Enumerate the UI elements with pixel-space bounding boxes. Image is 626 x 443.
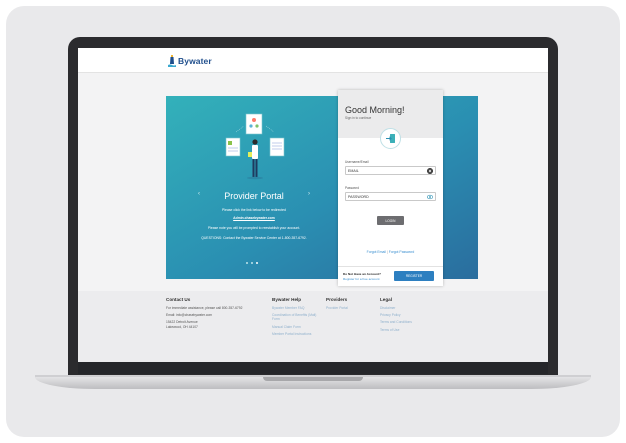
greeting-heading: Good Morning! xyxy=(345,105,405,115)
password-label: Password xyxy=(345,186,359,190)
register-button[interactable]: REGISTER xyxy=(394,271,434,281)
footer-contact: Contact Us For immediate assistance, ple… xyxy=(166,297,246,332)
forgot-links: Forgot Email | Forgot Password xyxy=(338,250,443,254)
register-row: Do Not Have an Account? Register for a f… xyxy=(338,266,443,286)
brand-name: Bywater xyxy=(178,55,212,66)
laptop-notch xyxy=(263,377,363,381)
show-password-icon[interactable] xyxy=(427,194,433,200)
hero-line-2: Please note you will be prompted to rees… xyxy=(207,226,301,230)
password-input[interactable]: PASSWORD xyxy=(345,192,436,201)
help-link-member-faq[interactable]: Bywater Member FAQ xyxy=(272,306,318,310)
legal-link-disclaimer[interactable]: Disclaimer xyxy=(380,306,430,310)
help-link-portal-instructions[interactable]: Member Portal Instructions xyxy=(272,332,318,336)
forgot-separator: | xyxy=(386,250,388,254)
sign-in-icon xyxy=(386,134,395,143)
forgot-password-link[interactable]: Forgot Password xyxy=(389,250,415,254)
footer-providers: Providers Provider Portal xyxy=(326,297,370,313)
login-card: Good Morning! Sign in to continue Userna… xyxy=(338,90,443,286)
carousel-dot[interactable] xyxy=(251,262,253,264)
username-input[interactable]: EMAIL xyxy=(345,166,436,175)
legal-link-terms-use[interactable]: Terms of Use xyxy=(380,328,430,332)
register-link[interactable]: Register for a free account xyxy=(343,277,379,281)
contact-heading: Contact Us xyxy=(166,297,191,302)
username-label: Username/Email xyxy=(345,160,369,164)
help-link-cob-form[interactable]: Coordination of Benefits (Mail) Form xyxy=(272,313,318,321)
legal-heading: Legal xyxy=(380,297,392,302)
hero-title: Provider Portal xyxy=(224,191,284,201)
contact-email[interactable]: Email: info@chasebywater.com xyxy=(166,313,246,317)
laptop-screen: Bywater ‹ › Provider Portal Please click… xyxy=(78,48,548,374)
hero-line-3: QUESTIONS: Contact the Bywater Service C… xyxy=(201,236,307,240)
top-navbar: Bywater xyxy=(78,48,548,73)
forgot-email-link[interactable]: Forgot Email xyxy=(367,250,386,254)
carousel-dot[interactable] xyxy=(246,262,248,264)
lighthouse-icon xyxy=(168,54,176,67)
providers-link-portal[interactable]: Provider Portal xyxy=(326,306,370,310)
footer-help: Bywater Help Bywater Member FAQ Coordina… xyxy=(272,297,318,339)
provider-illustration xyxy=(225,113,285,180)
admin-portal-link[interactable]: Admin.chasebywater.com xyxy=(166,216,342,220)
clear-icon[interactable] xyxy=(427,168,433,174)
register-question: Do Not Have an Account? xyxy=(343,272,381,276)
hero-line-1: Please click the link below to be redire… xyxy=(222,208,286,212)
password-placeholder: PASSWORD xyxy=(348,194,369,199)
greeting-subtitle: Sign in to continue xyxy=(345,116,372,120)
carousel-dots xyxy=(246,262,258,264)
providers-heading: Providers xyxy=(326,297,348,302)
help-heading: Bywater Help xyxy=(272,297,302,302)
carousel-dot-active[interactable] xyxy=(256,262,258,264)
footer-legal: Legal Disclaimer Privacy Policy Terms an… xyxy=(380,297,430,335)
contact-assist: For immediate assistance, please call 80… xyxy=(166,306,243,310)
legal-link-terms-conditions[interactable]: Terms and Conditions xyxy=(380,320,430,324)
bywater-logo[interactable]: Bywater xyxy=(168,53,212,68)
help-link-claim-form[interactable]: Manual Claim Form xyxy=(272,325,318,329)
contact-address-2: Lakewood, OH 44107 xyxy=(166,324,198,329)
login-button[interactable]: LOGIN xyxy=(377,216,404,225)
footer-bottom-bar xyxy=(78,362,548,374)
legal-link-privacy[interactable]: Privacy Policy xyxy=(380,313,430,317)
username-placeholder: EMAIL xyxy=(348,168,359,173)
login-badge xyxy=(380,128,401,149)
